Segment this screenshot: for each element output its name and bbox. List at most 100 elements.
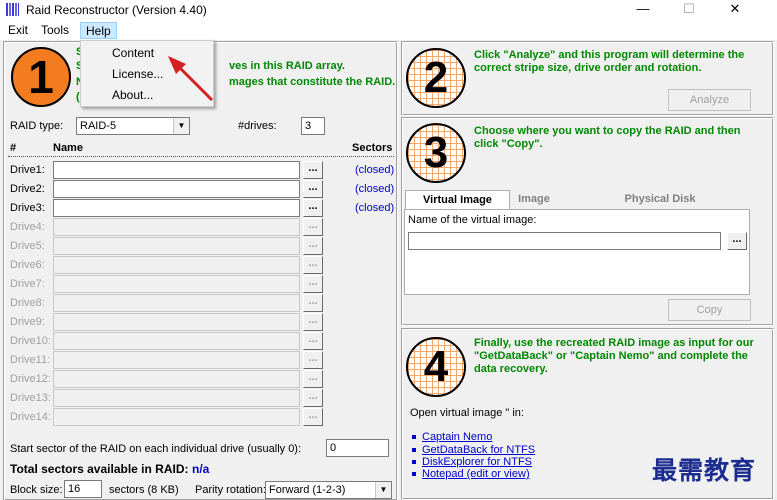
drive-label: Drive6: <box>10 259 45 271</box>
menu-help-about[interactable]: About... <box>112 88 153 102</box>
browse-drive-button[interactable]: ... <box>303 370 323 388</box>
drive-label: Drive12: <box>10 373 51 385</box>
step3-number-icon: 3 <box>406 123 466 183</box>
drive-path-input[interactable] <box>53 180 300 198</box>
link-getdataback-ntfs[interactable]: GetDataBack for NTFS <box>422 444 535 456</box>
header-divider <box>8 156 394 157</box>
browse-drive-button[interactable]: ... <box>303 332 323 350</box>
column-hash-header: # <box>10 142 17 154</box>
drive-label: Drive9: <box>10 316 45 328</box>
drive-label: Drive1: <box>10 164 45 176</box>
drive-label: Drive13: <box>10 392 51 404</box>
drive-path-input[interactable] <box>53 199 300 217</box>
menu-help-license[interactable]: License... <box>112 67 163 81</box>
maximize-button[interactable]: ☐ <box>666 0 712 20</box>
drive-path-input[interactable] <box>53 275 300 293</box>
block-size-unit: sectors (8 KB) <box>109 484 179 496</box>
browse-drive-button[interactable]: ... <box>303 389 323 407</box>
step3-instruction: Choose where you want to copy the RAID a… <box>474 125 741 150</box>
bullet-icon <box>412 448 416 452</box>
drive-path-input[interactable] <box>53 332 300 350</box>
browse-drive-button[interactable]: ... <box>303 218 323 236</box>
step2-panel: 2 Click "Analyze" and this program will … <box>401 41 774 116</box>
drive-path-input[interactable] <box>53 351 300 369</box>
analyze-button[interactable]: Analyze <box>668 89 751 111</box>
drive-path-input[interactable] <box>53 313 300 331</box>
drive-path-input[interactable] <box>53 161 300 179</box>
tab-image[interactable]: Image <box>514 190 554 209</box>
parity-rotation-value: Forward (1-2-3) <box>269 484 346 496</box>
block-size-input[interactable]: 16 <box>64 480 102 498</box>
step1-instruction-line2: mages that constitute the RAID. <box>229 76 396 88</box>
browse-drive-button[interactable]: ... <box>303 351 323 369</box>
drive-path-input[interactable] <box>53 294 300 312</box>
parity-rotation-select[interactable]: Forward (1-2-3) ▼ <box>265 481 392 499</box>
total-sectors-value: n/a <box>192 462 210 476</box>
link-diskexplorer-ntfs[interactable]: DiskExplorer for NTFS <box>422 456 532 468</box>
link-captain-nemo[interactable]: Captain Nemo <box>422 431 492 443</box>
bullet-icon <box>412 472 416 476</box>
drive-path-input[interactable] <box>53 218 300 236</box>
step3-panel: 3 Choose where you want to copy the RAID… <box>401 117 774 326</box>
menu-tools[interactable]: Tools <box>36 22 74 39</box>
drive-path-input[interactable] <box>53 408 300 426</box>
menu-help[interactable]: Help <box>80 22 117 39</box>
watermark-text: 最需教育 <box>652 456 757 485</box>
virtual-image-name-input[interactable] <box>408 232 721 250</box>
column-name-header: Name <box>53 142 83 154</box>
main-client-area: 1 S S N ( ves in this RAID array. mages … <box>0 40 777 500</box>
drive-path-input[interactable] <box>53 256 300 274</box>
title-bar: Raid Reconstructor (Version 4.40) — ☐ ✕ <box>0 0 777 20</box>
drive-status: (closed) <box>355 202 395 214</box>
drive-label: Drive11: <box>10 354 51 366</box>
browse-drive-button[interactable]: ... <box>303 237 323 255</box>
bullet-icon <box>412 460 416 464</box>
drive-label: Drive4: <box>10 221 45 233</box>
drives-count-input[interactable]: 3 <box>301 117 325 135</box>
drive-path-input[interactable] <box>53 389 300 407</box>
browse-drive-button[interactable]: ... <box>303 199 323 217</box>
menu-help-content[interactable]: Content <box>112 46 154 60</box>
drive-status: (closed) <box>355 183 395 195</box>
drive-label: Drive8: <box>10 297 45 309</box>
browse-drive-button[interactable]: ... <box>303 294 323 312</box>
drive-label: Drive10: <box>10 335 51 347</box>
tab-virtual-image[interactable]: Virtual Image <box>405 190 510 209</box>
menu-bar: Exit Tools Help <box>0 20 777 40</box>
link-notepad[interactable]: Notepad (edit or view) <box>422 468 530 480</box>
browse-drive-button[interactable]: ... <box>303 275 323 293</box>
drive-label: Drive14: <box>10 411 51 423</box>
browse-drive-button[interactable]: ... <box>303 256 323 274</box>
step2-number-icon: 2 <box>406 48 466 108</box>
total-sectors-label: Total sectors available in RAID: <box>10 462 189 476</box>
step2-instruction: Click "Analyze" and this program will de… <box>474 49 745 74</box>
raid-type-select[interactable]: RAID-5 ▼ <box>76 117 190 135</box>
column-sectors-header: Sectors <box>352 142 393 154</box>
minimize-button[interactable]: — <box>620 0 666 20</box>
browse-drive-button[interactable]: ... <box>303 313 323 331</box>
block-size-label: Block size: <box>10 484 63 496</box>
virtual-image-tab-panel: Name of the virtual image: ... <box>404 209 750 295</box>
raid-type-value: RAID-5 <box>80 120 117 132</box>
drive-path-input[interactable] <box>53 370 300 388</box>
browse-drive-button[interactable]: ... <box>303 180 323 198</box>
drive-path-input[interactable] <box>53 237 300 255</box>
start-sector-input[interactable]: 0 <box>326 439 389 457</box>
menu-exit[interactable]: Exit <box>3 22 33 39</box>
browse-virtual-image-button[interactable]: ... <box>727 232 747 250</box>
bullet-icon <box>412 435 416 439</box>
virtual-image-name-label: Name of the virtual image: <box>408 214 537 226</box>
close-button[interactable]: ✕ <box>712 0 758 20</box>
browse-drive-button[interactable]: ... <box>303 408 323 426</box>
step4-instruction: Finally, use the recreated RAID image as… <box>474 337 754 375</box>
raid-type-label: RAID type: <box>10 120 64 132</box>
chevron-down-icon: ▼ <box>375 482 391 498</box>
parity-rotation-label: Parity rotation: <box>195 484 266 496</box>
tab-physical-disk[interactable]: Physical Disk <box>620 190 700 209</box>
window-title: Raid Reconstructor (Version 4.40) <box>26 3 207 17</box>
help-dropdown-menu: Content License... About... <box>80 40 214 107</box>
step1-instruction-line1: ves in this RAID array. <box>229 60 345 72</box>
browse-drive-button[interactable]: ... <box>303 161 323 179</box>
copy-button[interactable]: Copy <box>668 299 751 321</box>
chevron-down-icon: ▼ <box>173 118 189 134</box>
